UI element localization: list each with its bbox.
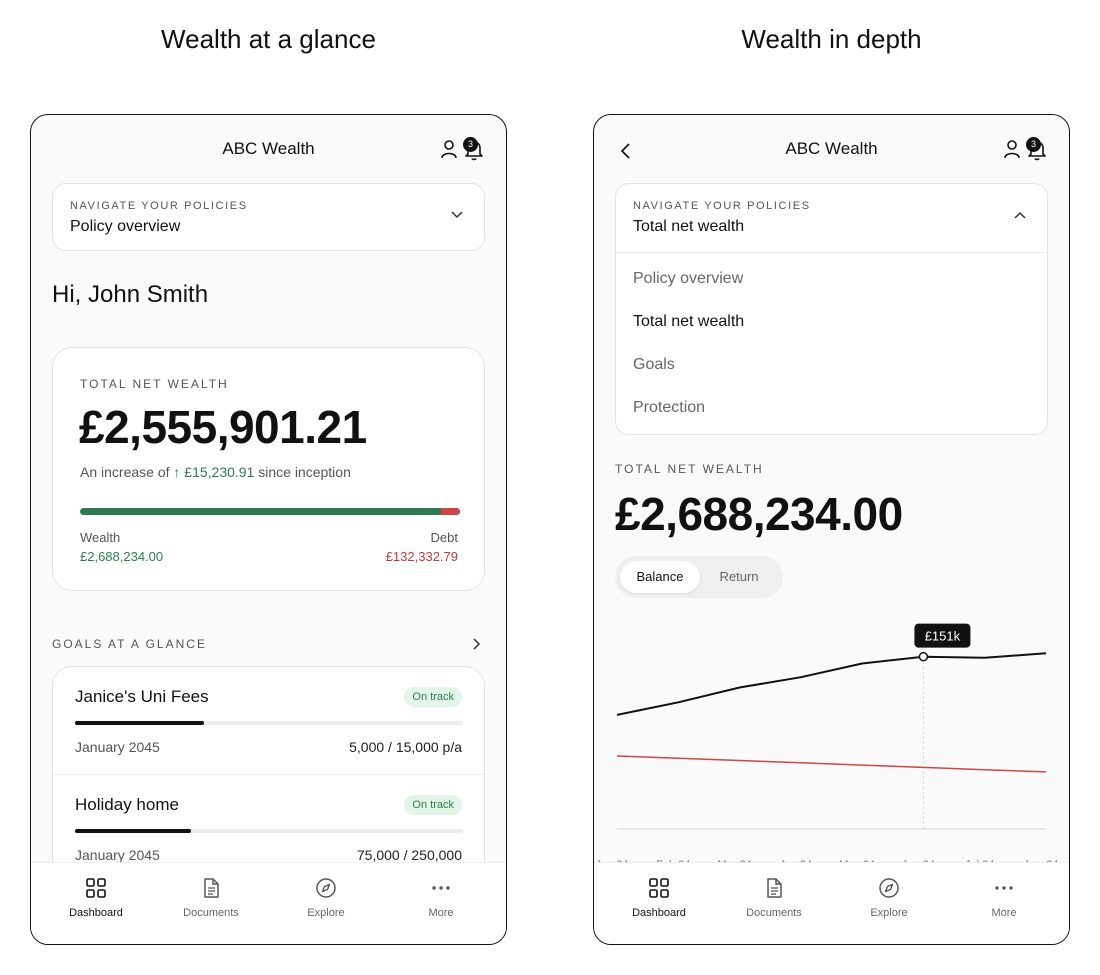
notification-badge: 3 [1026,137,1041,152]
bottom-tab-bar: Dashboard Documents Explore More [594,862,1069,944]
tab-explore[interactable]: Explore [839,877,939,919]
goal-date: January 2045 [75,847,160,863]
goal-progress-fill [75,721,205,725]
tab-dashboard[interactable]: Dashboard [609,877,709,919]
tab-more[interactable]: More [954,877,1054,919]
policy-navigator-value: Total net wealth [633,218,745,235]
net-wealth-increase: An increase of ↑ £15,230.91 since incept… [80,464,351,480]
tab-label: Dashboard [69,907,123,919]
net-wealth-chart[interactable]: £151kJan 24Feb 24Mar 24Apr 24May 24Jun 2… [594,615,1070,875]
status-badge: On track [404,687,462,707]
chevron-right-icon[interactable] [471,637,481,651]
status-badge: On track [404,795,462,815]
document-icon [204,878,219,898]
tooltip-label: £151k [925,629,961,644]
goal-amount: 5,000 / 15,000 p/a [349,739,462,755]
more-dots-icon [432,886,450,890]
app-title: ABC Wealth [785,139,878,158]
increase-prefix: An increase of [80,464,170,480]
goal-progress-track [75,829,463,833]
series-line-0 [616,652,1047,716]
net-wealth-amount: £2,688,234.00 [615,488,903,540]
wealth-debt-bar [80,508,460,515]
wealth-value: £2,688,234.00 [80,549,164,564]
user-icon[interactable] [1003,139,1021,159]
series-line-1 [616,755,1047,773]
net-wealth-caption: TOTAL NET WEALTH [80,377,229,391]
goal-name: Holiday home [75,795,179,814]
policy-navigator-caption: NAVIGATE YOUR POLICIES [633,200,811,212]
chevron-up-icon [1014,211,1026,219]
heading-wealth-in-depth: Wealth in depth [741,24,922,54]
tab-documents[interactable]: Documents [724,877,824,919]
policy-option-total-net-wealth[interactable]: Total net wealth [633,313,744,331]
tab-label: More [428,907,454,919]
goal-amount: 75,000 / 250,000 [356,847,462,863]
chevron-down-icon [451,211,463,219]
tab-label: Documents [183,907,239,919]
goal-progress-track [75,721,463,725]
policy-option-policy-overview[interactable]: Policy overview [633,270,743,288]
tab-label: Explore [307,907,345,919]
debt-label: Debt [430,530,458,545]
tab-label: More [991,907,1017,919]
net-wealth-caption: TOTAL NET WEALTH [615,462,764,476]
tab-explore[interactable]: Explore [276,877,376,919]
increase-value: ↑ £15,230.91 [173,464,255,480]
net-wealth-card[interactable]: TOTAL NET WEALTH £2,555,901.21 An increa… [52,347,485,591]
heading-wealth-at-a-glance: Wealth at a glance [161,24,376,54]
grid-icon [86,878,106,898]
compass-icon [316,878,336,898]
policy-navigator-caption: NAVIGATE YOUR POLICIES [70,200,248,212]
tab-dashboard[interactable]: Dashboard [46,877,146,919]
compass-icon [879,878,899,898]
top-bar: ABC Wealth 3 [594,115,1069,185]
grid-icon [649,878,669,898]
bottom-tab-bar: Dashboard Documents Explore More [31,862,506,944]
policy-option-goals[interactable]: Goals [633,356,675,374]
debt-value: £132,332.79 [385,549,458,564]
greeting: Hi, John Smith [52,281,209,308]
document-icon [767,878,782,898]
toggle-return[interactable]: Return [699,561,779,593]
toggle-balance[interactable]: Balance [620,561,700,593]
highlight-point [918,651,929,662]
app-title: ABC Wealth [222,139,315,158]
policy-option-protection[interactable]: Protection [633,399,705,417]
policy-navigator-dropdown[interactable]: NAVIGATE YOUR POLICIES Policy overview [52,183,485,251]
top-bar: ABC Wealth 3 [31,115,506,185]
goal-name: Janice's Uni Fees [75,687,209,706]
goal-progress-fill [75,829,192,833]
goals-section-title: GOALS AT A GLANCE [52,637,207,651]
tab-label: Documents [746,907,802,919]
tab-label: Explore [870,907,908,919]
dropdown-divider [616,252,1047,253]
goal-item[interactable]: Janice's Uni Fees On track January 2045 … [53,667,484,774]
goal-date: January 2045 [75,739,160,755]
phone-screen-right: ABC Wealth 3 NAVIGATE YOUR POLICIES Tota… [593,114,1070,945]
policy-navigator-value: Policy overview [70,218,181,235]
increase-suffix: since inception [258,464,351,480]
tab-more[interactable]: More [391,877,491,919]
phone-screen-left: ABC Wealth 3 NAVIGATE YOUR POLICIES Poli… [30,114,507,945]
wealth-label: Wealth [80,530,121,545]
net-wealth-amount: £2,555,901.21 [79,401,367,453]
debt-segment [441,508,460,515]
more-dots-icon [995,886,1013,890]
tab-label: Dashboard [632,907,686,919]
balance-return-toggle: Balance Return [615,556,783,598]
user-icon[interactable] [440,139,458,159]
notification-badge: 3 [463,137,478,152]
tab-documents[interactable]: Documents [161,877,261,919]
policy-navigator-dropdown[interactable]: NAVIGATE YOUR POLICIES Total net wealth … [615,183,1048,435]
